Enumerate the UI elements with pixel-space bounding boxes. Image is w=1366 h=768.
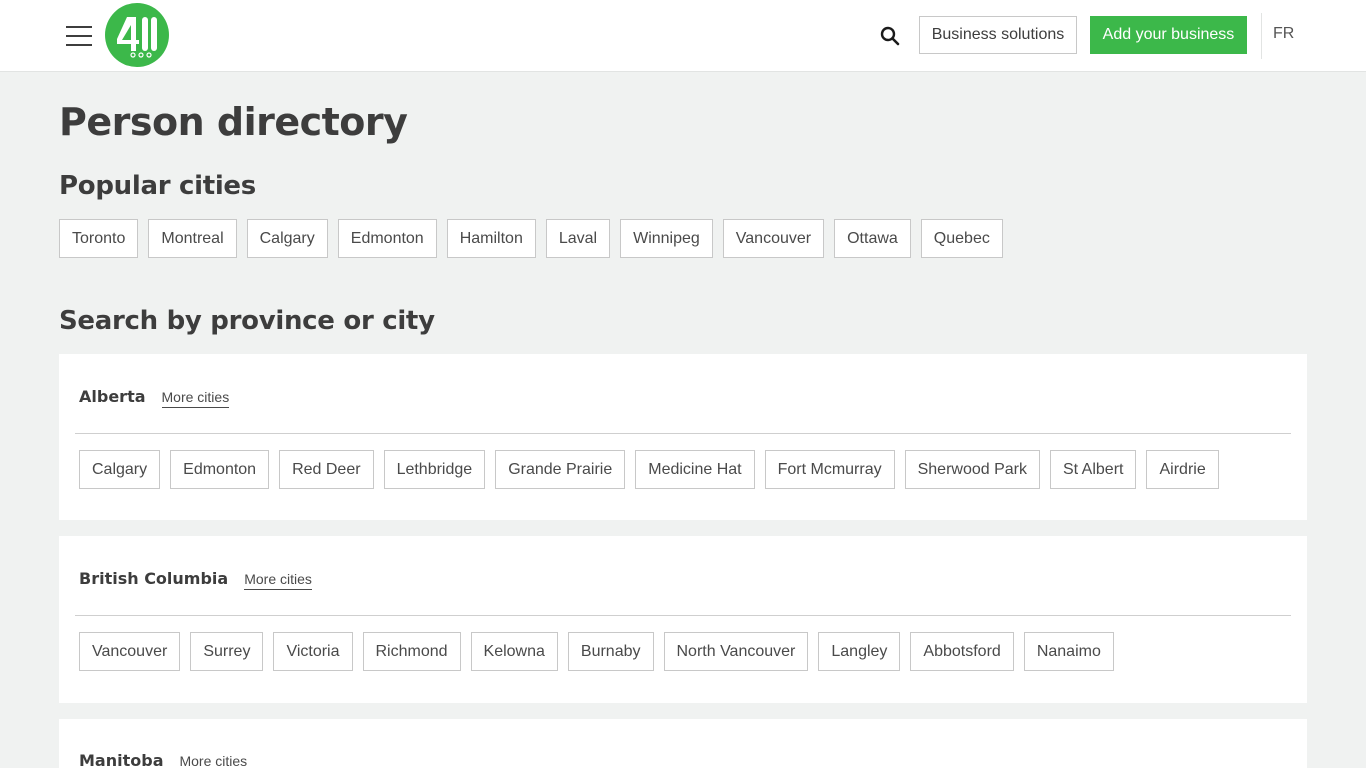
province-card-british-columbia: British Columbia More cities Vancouver S… (59, 536, 1307, 703)
city-chip[interactable]: Kelowna (470, 632, 558, 671)
city-chip[interactable]: Langley (818, 632, 901, 671)
city-chip[interactable]: Vancouver (722, 219, 825, 258)
site-header: Business solutions Add your business FR (0, 0, 1366, 72)
city-chip[interactable]: Fort Mcmurray (764, 450, 895, 489)
city-chip[interactable]: Hamilton (446, 219, 536, 258)
add-business-button[interactable]: Add your business (1090, 16, 1247, 54)
city-chip[interactable]: Calgary (246, 219, 328, 258)
card-divider (75, 433, 1291, 434)
province-name: British Columbia (79, 569, 229, 588)
business-solutions-button[interactable]: Business solutions (919, 16, 1077, 54)
province-cities-list: Vancouver Surrey Victoria Richmond Kelow… (79, 632, 1114, 671)
more-cities-link[interactable]: More cities (179, 753, 247, 768)
city-chip[interactable]: Vancouver (79, 632, 181, 671)
city-chip[interactable]: Airdrie (1146, 450, 1219, 489)
city-chip[interactable]: Quebec (920, 219, 1003, 258)
city-chip[interactable]: Burnaby (567, 632, 654, 671)
city-chip[interactable]: Edmonton (170, 450, 270, 489)
city-chip[interactable]: Laval (545, 219, 611, 258)
city-chip[interactable]: Abbotsford (910, 632, 1014, 671)
province-name: Manitoba (79, 751, 164, 768)
city-chip[interactable]: Winnipeg (620, 219, 713, 258)
city-chip[interactable]: Edmonton (337, 219, 437, 258)
city-chip[interactable]: Nanaimo (1023, 632, 1114, 671)
page-title: Person directory (59, 100, 408, 144)
city-chip[interactable]: Toronto (59, 219, 139, 258)
city-chip[interactable]: St Albert (1050, 450, 1137, 489)
city-chip[interactable]: Montreal (148, 219, 237, 258)
city-chip[interactable]: North Vancouver (663, 632, 809, 671)
city-chip[interactable]: Victoria (273, 632, 353, 671)
city-chip[interactable]: Sherwood Park (904, 450, 1040, 489)
city-chip[interactable]: Surrey (190, 632, 264, 671)
menu-icon[interactable] (66, 26, 92, 46)
more-cities-link[interactable]: More cities (161, 389, 230, 408)
city-chip[interactable]: Grande Prairie (495, 450, 626, 489)
language-toggle[interactable]: FR (1273, 25, 1294, 43)
province-name: Alberta (79, 387, 146, 406)
more-cities-link[interactable]: More cities (244, 571, 312, 590)
city-chip[interactable]: Richmond (362, 632, 461, 671)
city-chip[interactable]: Lethbridge (383, 450, 486, 489)
city-chip[interactable]: Red Deer (279, 450, 374, 489)
province-card-alberta: Alberta More cities Calgary Edmonton Red… (59, 354, 1307, 520)
logo[interactable] (105, 3, 169, 67)
city-chip[interactable]: Calgary (79, 450, 161, 489)
province-card-manitoba: Manitoba More cities (59, 719, 1307, 768)
header-divider (1261, 13, 1262, 59)
search-by-province-title: Search by province or city (59, 306, 435, 336)
card-divider (75, 615, 1291, 616)
popular-cities-title: Popular cities (59, 171, 256, 201)
popular-cities-list: Toronto Montreal Calgary Edmonton Hamilt… (59, 219, 1003, 258)
search-icon[interactable] (878, 24, 902, 48)
city-chip[interactable]: Ottawa (834, 219, 911, 258)
province-cities-list: Calgary Edmonton Red Deer Lethbridge Gra… (79, 450, 1219, 489)
411-logo-icon (117, 17, 157, 58)
city-chip[interactable]: Medicine Hat (635, 450, 755, 489)
